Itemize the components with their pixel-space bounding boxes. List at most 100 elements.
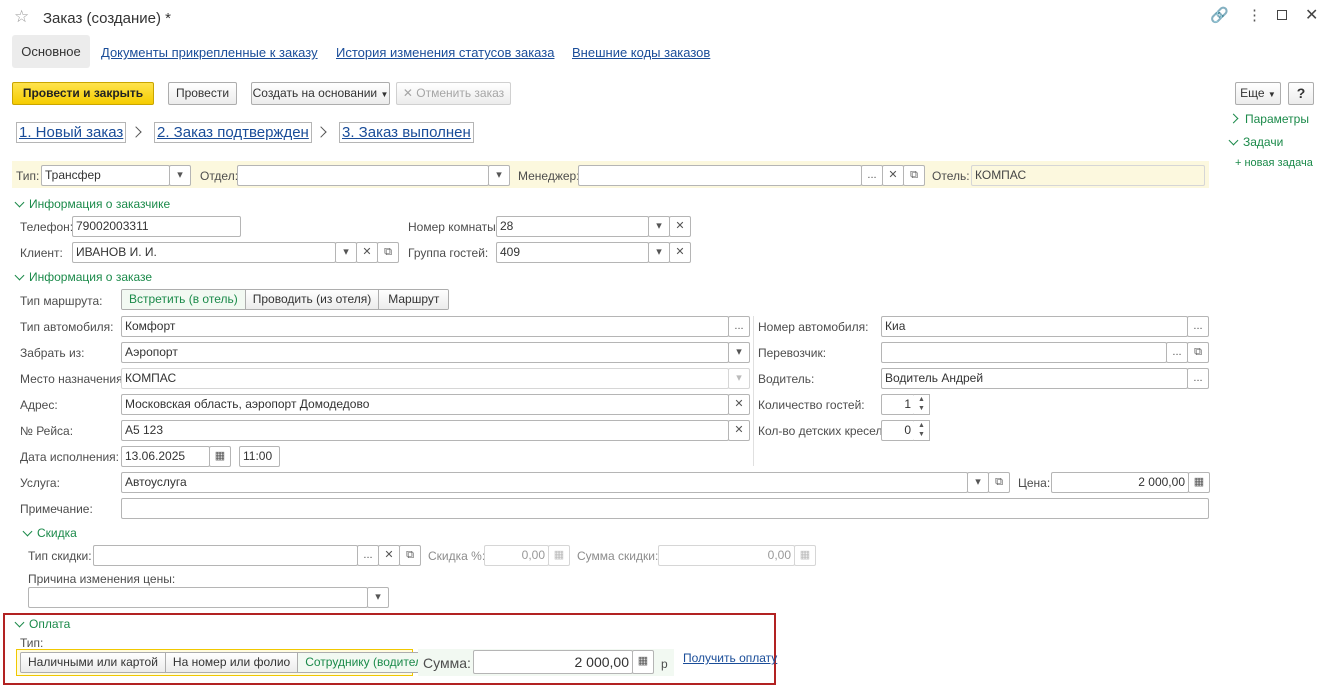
address-field[interactable]: Московская область, аэропорт Домодедово bbox=[121, 394, 729, 415]
guests-count-stepper[interactable]: ▲ ▼ bbox=[914, 394, 930, 415]
side-tasks[interactable]: Задачи bbox=[1228, 135, 1283, 149]
note-field[interactable] bbox=[121, 498, 1209, 519]
step-completed[interactable]: 3. Заказ выполнен bbox=[339, 122, 474, 143]
pickup-dropdown-button[interactable]: ▾ bbox=[728, 342, 750, 363]
route-option-see-off[interactable]: Проводить (из отеля) bbox=[245, 290, 380, 309]
price-field[interactable]: 2 000,00 bbox=[1051, 472, 1189, 493]
flight-clear-button[interactable]: ✕ bbox=[728, 420, 750, 441]
department-field[interactable] bbox=[237, 165, 489, 186]
address-clear-button[interactable]: ✕ bbox=[728, 394, 750, 415]
driver-field[interactable]: Водитель Андрей bbox=[881, 368, 1188, 389]
manager-select-button[interactable]: ... bbox=[861, 165, 883, 186]
discount-type-select-button[interactable]: ... bbox=[357, 545, 379, 566]
side-params[interactable]: Параметры bbox=[1228, 112, 1309, 126]
room-clear-button[interactable]: ✕ bbox=[669, 216, 691, 237]
client-dropdown-button[interactable]: ▾ bbox=[335, 242, 357, 263]
manager-open-button[interactable]: ⧉ bbox=[903, 165, 925, 186]
pickup-field[interactable]: Аэропорт bbox=[121, 342, 729, 363]
discount-type-clear-button[interactable]: ✕ bbox=[378, 545, 400, 566]
payment-sum-field[interactable]: 2 000,00 bbox=[473, 650, 633, 674]
tab-external-codes[interactable]: Внешние коды заказов bbox=[572, 45, 710, 60]
calculator-icon[interactable]: ▦ bbox=[1188, 472, 1210, 493]
carrier-label: Перевозчик: bbox=[758, 346, 827, 360]
room-field[interactable]: 28 bbox=[496, 216, 649, 237]
service-field[interactable]: Автоуслуга bbox=[121, 472, 968, 493]
more-label: Еще bbox=[1240, 86, 1265, 100]
order-info-group[interactable]: Информация о заказе bbox=[14, 270, 152, 284]
guest-group-field[interactable]: 409 bbox=[496, 242, 649, 263]
discount-group[interactable]: Скидка bbox=[22, 526, 77, 540]
price-change-reason-dropdown-button[interactable]: ▾ bbox=[367, 587, 389, 608]
cancel-order-button[interactable]: ✕ Отменить заказ bbox=[396, 82, 511, 105]
payment-option-room-folio[interactable]: На номер или фолио bbox=[165, 653, 299, 672]
more-button[interactable]: Еще ▼ bbox=[1235, 82, 1281, 105]
service-dropdown-button[interactable]: ▾ bbox=[967, 472, 989, 493]
guest-group-clear-button[interactable]: ✕ bbox=[669, 242, 691, 263]
payment-option-cash-card[interactable]: Наличными или картой bbox=[21, 653, 166, 672]
route-option-meet[interactable]: Встретить (в отель) bbox=[122, 290, 246, 309]
child-seats-stepper[interactable]: ▲ ▼ bbox=[914, 420, 930, 441]
department-label: Отдел: bbox=[200, 169, 239, 183]
child-seats-field[interactable]: 0 bbox=[881, 420, 915, 441]
tab-status-history[interactable]: История изменения статусов заказа bbox=[336, 45, 554, 60]
link-icon[interactable]: 🔗 bbox=[1210, 6, 1229, 24]
post-button[interactable]: Провести bbox=[168, 82, 237, 105]
payment-calculator-icon[interactable]: ▦ bbox=[632, 650, 654, 674]
car-number-label: Номер автомобиля: bbox=[758, 320, 869, 334]
type-dropdown-button[interactable]: ▾ bbox=[169, 165, 191, 186]
favorite-star-icon[interactable]: ☆ bbox=[14, 7, 29, 27]
type-field[interactable]: Трансфер bbox=[41, 165, 170, 186]
step-new-order[interactable]: 1. Новый заказ bbox=[16, 122, 127, 143]
flight-field[interactable]: А5 123 bbox=[121, 420, 729, 441]
carrier-select-button[interactable]: ... bbox=[1166, 342, 1188, 363]
discount-type-field[interactable] bbox=[93, 545, 358, 566]
price-change-reason-field[interactable] bbox=[28, 587, 368, 608]
discount-type-open-button[interactable]: ⧉ bbox=[399, 545, 421, 566]
phone-field[interactable]: 79002003311 bbox=[72, 216, 241, 237]
customer-info-title: Информация о заказчике bbox=[29, 197, 171, 211]
manager-clear-button[interactable]: ✕ bbox=[882, 165, 904, 186]
carrier-open-button[interactable]: ⧉ bbox=[1187, 342, 1209, 363]
help-button[interactable]: ? bbox=[1288, 82, 1314, 105]
discount-sum-calculator-icon: ▦ bbox=[794, 545, 816, 566]
client-clear-button[interactable]: ✕ bbox=[356, 242, 378, 263]
date-field[interactable]: 13.06.2025 bbox=[121, 446, 210, 467]
create-based-on-button[interactable]: Создать на основании ▼ bbox=[251, 82, 390, 105]
guest-group-dropdown-button[interactable]: ▾ bbox=[648, 242, 670, 263]
maximize-icon[interactable] bbox=[1277, 10, 1287, 20]
step-confirmed[interactable]: 2. Заказ подтвержден bbox=[154, 122, 312, 143]
payment-group[interactable]: Оплата bbox=[14, 617, 70, 631]
get-payment-link[interactable]: Получить оплату bbox=[683, 651, 777, 665]
address-label: Адрес: bbox=[20, 398, 58, 412]
service-open-button[interactable]: ⧉ bbox=[988, 472, 1010, 493]
window-title: Заказ (создание) * bbox=[43, 10, 171, 27]
post-and-close-button[interactable]: Провести и закрыть bbox=[12, 82, 154, 105]
client-open-button[interactable]: ⧉ bbox=[377, 242, 399, 263]
client-field[interactable]: ИВАНОВ И. И. bbox=[72, 242, 336, 263]
note-label: Примечание: bbox=[20, 502, 93, 516]
car-number-select-button[interactable]: ... bbox=[1187, 316, 1209, 337]
manager-field[interactable] bbox=[578, 165, 862, 186]
route-type-label: Тип маршрута: bbox=[20, 294, 103, 308]
more-actions-icon[interactable]: ⋮ bbox=[1247, 6, 1262, 24]
route-option-route[interactable]: Маршрут bbox=[379, 290, 449, 309]
driver-select-button[interactable]: ... bbox=[1187, 368, 1209, 389]
department-dropdown-button[interactable]: ▾ bbox=[488, 165, 510, 186]
room-dropdown-button[interactable]: ▾ bbox=[648, 216, 670, 237]
carrier-field[interactable] bbox=[881, 342, 1167, 363]
chevron-down-icon bbox=[14, 197, 25, 208]
tab-attached-docs[interactable]: Документы прикрепленные к заказу bbox=[101, 45, 318, 60]
close-icon[interactable]: ✕ bbox=[1305, 5, 1318, 25]
car-type-field[interactable]: Комфорт bbox=[121, 316, 729, 337]
calendar-icon[interactable]: ▦ bbox=[209, 446, 231, 467]
chevron-down-icon bbox=[22, 526, 33, 537]
discount-sum-label: Сумма скидки: bbox=[577, 549, 659, 563]
time-field[interactable]: 11:00 bbox=[239, 446, 280, 467]
customer-info-group[interactable]: Информация о заказчике bbox=[14, 197, 170, 211]
guests-count-field[interactable]: 1 bbox=[881, 394, 915, 415]
chevron-down-icon bbox=[14, 270, 25, 281]
tab-main[interactable]: Основное bbox=[12, 35, 90, 68]
car-type-select-button[interactable]: ... bbox=[728, 316, 750, 337]
car-number-field[interactable]: Киа bbox=[881, 316, 1188, 337]
new-task-link[interactable]: + новая задача bbox=[1235, 157, 1313, 169]
